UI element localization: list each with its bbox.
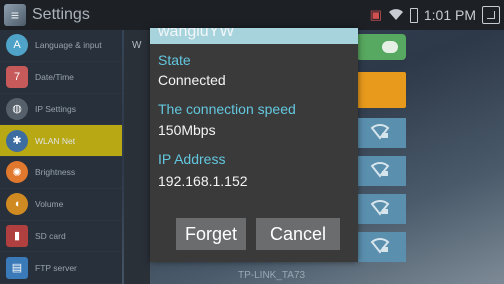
network-row[interactable] xyxy=(356,118,406,148)
wlan-panel-letter: W xyxy=(132,40,142,51)
status-icons: ▣ 1:01 PM xyxy=(370,0,500,30)
sidebar-item-label: Volume xyxy=(35,199,64,210)
brightness-icon: ✺ xyxy=(6,161,28,184)
cancel-button[interactable]: Cancel xyxy=(256,218,340,250)
sidebar-item-volume[interactable]: ◖ Volume xyxy=(0,188,122,221)
wifi-locked-icon xyxy=(370,236,390,259)
wlan-panel-edge: W xyxy=(124,30,150,284)
sidebar-item-label: Date/Time xyxy=(35,72,74,83)
forget-button[interactable]: Forget xyxy=(176,218,246,250)
wifi-locked-icon xyxy=(370,160,390,183)
wlan-toggle[interactable] xyxy=(356,34,406,60)
sidebar-item-language[interactable]: A Language & input xyxy=(0,30,122,62)
network-row[interactable] xyxy=(356,156,406,186)
sidebar-item-brightness[interactable]: ✺ Brightness xyxy=(0,157,122,189)
sidebar-item-label: Language & input xyxy=(35,40,102,51)
speed-value: 150Mbps xyxy=(158,122,216,138)
ip-label: IP Address xyxy=(158,151,226,167)
battery-icon xyxy=(409,7,418,23)
wifi-icon xyxy=(388,7,404,24)
sidebar-item-datetime[interactable]: 7 Date/Time xyxy=(0,61,122,94)
language-icon: A xyxy=(6,34,28,57)
ip-value: 192.168.1.152 xyxy=(158,173,248,189)
notification-icon: ▣ xyxy=(369,7,382,22)
sidebar-item-sdcard[interactable]: ▮ SD card xyxy=(0,220,122,253)
wifi-locked-icon xyxy=(370,198,390,221)
status-bar: ≡ Settings ▣ 1:01 PM xyxy=(0,0,504,30)
ftp-icon: ▤ xyxy=(6,256,28,279)
state-value: Connected xyxy=(158,72,226,88)
toggle-knob xyxy=(382,41,398,53)
state-label: State xyxy=(158,52,191,68)
sidebar-item-label: FTP server xyxy=(35,262,77,273)
dialog-title-bar: wangluYW xyxy=(150,28,358,44)
speed-label: The connection speed xyxy=(158,101,296,117)
network-row[interactable] xyxy=(356,194,406,224)
device-screen: ≡ Settings ▣ 1:01 PM A Language & input … xyxy=(0,0,504,284)
sdcard-icon: ▮ xyxy=(6,224,28,247)
dialog-ssid: wangluYW xyxy=(158,28,235,40)
sidebar-item-wlan[interactable]: ✱ WLAN Net xyxy=(0,125,122,157)
sidebar-item-ftp[interactable]: ▤ FTP server xyxy=(0,252,122,284)
screenshot-icon[interactable] xyxy=(482,6,500,24)
sidebar-item-label: Brightness xyxy=(35,167,76,178)
wlan-status-row[interactable] xyxy=(356,72,406,108)
network-ssid-partial: TP-LINK_TA73 xyxy=(238,270,306,281)
app-title: Settings xyxy=(32,6,90,23)
wlan-icon: ✱ xyxy=(6,129,28,152)
sidebar-item-label: WLAN Net xyxy=(35,135,76,146)
sidebar-item-label: SD card xyxy=(35,230,66,241)
sidebar-item-ip-settings[interactable]: ◍ IP Settings xyxy=(0,93,122,126)
settings-app-icon: ≡ xyxy=(4,4,26,26)
wifi-locked-icon xyxy=(370,122,390,145)
calendar-icon: 7 xyxy=(6,66,28,89)
network-row[interactable] xyxy=(356,232,406,262)
sidebar-item-label: IP Settings xyxy=(35,103,76,114)
globe-icon: ◍ xyxy=(6,97,28,120)
settings-sidebar: A Language & input 7 Date/Time ◍ IP Sett… xyxy=(0,30,122,284)
volume-icon: ◖ xyxy=(6,193,28,216)
connection-info-dialog: wangluYW State Connected The connection … xyxy=(150,28,358,262)
clock: 1:01 PM xyxy=(423,7,476,23)
